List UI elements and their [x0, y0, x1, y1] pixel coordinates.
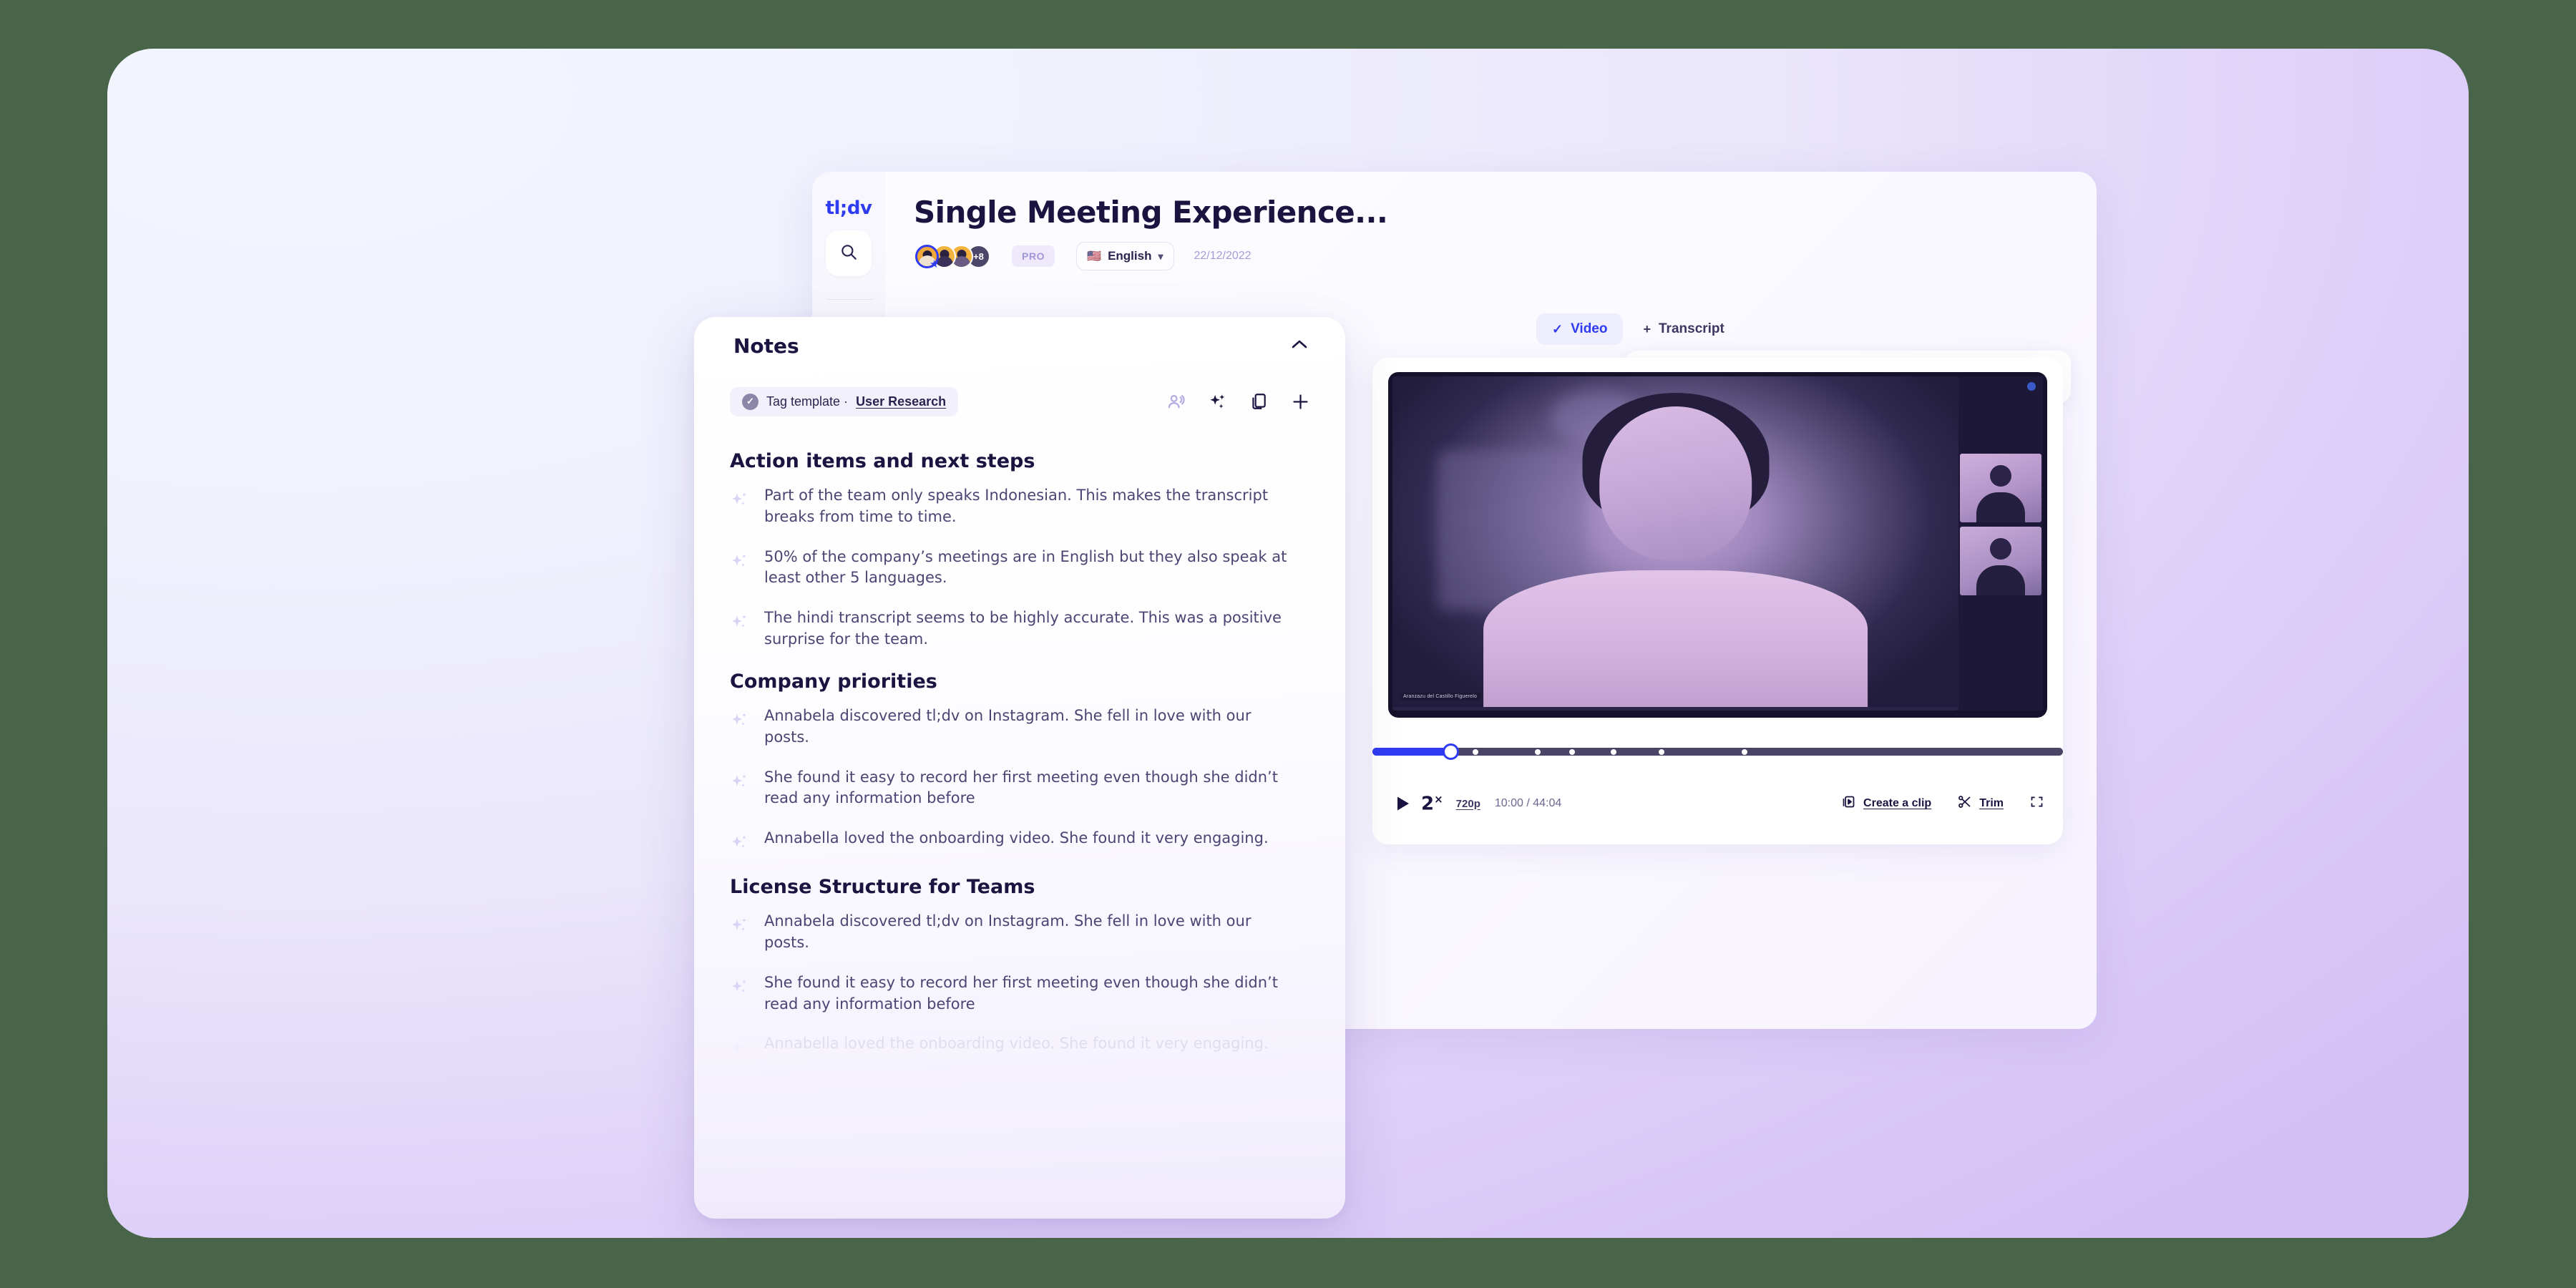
participant-thumbnail — [1960, 454, 2041, 522]
language-label: English — [1108, 249, 1152, 263]
sparkle-icon — [730, 972, 754, 1000]
video-main-speaker-tile: Aranzazu del Castillo Figuerelo — [1392, 376, 1958, 711]
sidebar-search-button[interactable] — [826, 230, 872, 276]
participant-thumbnail — [1960, 527, 2041, 595]
clip-icon — [1841, 794, 1856, 813]
pro-badge: PRO — [1012, 245, 1055, 267]
magic-wand-icon[interactable] — [1206, 391, 1228, 412]
note-item[interactable]: Part of the team only speaks Indonesian.… — [730, 485, 1311, 528]
create-clip-label: Create a clip — [1863, 797, 1932, 809]
plus-icon: + — [1643, 321, 1651, 336]
add-note-icon[interactable] — [1289, 391, 1311, 412]
note-item[interactable]: The hindi transcript seems to be highly … — [730, 608, 1311, 650]
timeline-marker[interactable] — [1610, 749, 1616, 755]
note-item[interactable]: She found it easy to record her first me… — [730, 972, 1311, 1015]
sparkle-icon — [730, 1033, 754, 1061]
participant-avatars[interactable]: ★ +8 — [915, 244, 990, 270]
video-player-card: Aranzazu del Castillo Figuerelo 2× 720p … — [1372, 358, 2063, 844]
sidebar-divider — [826, 299, 874, 300]
timeline-scrubber-handle[interactable] — [1443, 743, 1460, 760]
play-icon[interactable] — [1391, 796, 1415, 811]
tag-template-prefix: Tag template · — [766, 394, 849, 409]
meeting-date: 22/12/2022 — [1194, 250, 1252, 262]
notes-section-title: License Structure for Teams — [730, 876, 1035, 899]
note-item[interactable]: Annabella loved the onboarding video. Sh… — [730, 828, 1311, 856]
note-text: Annabela discovered tl;dv on Instagram. … — [764, 912, 1252, 951]
tag-template-chip[interactable]: ✓ Tag template · User Research — [730, 386, 959, 416]
playback-speed-suffix: × — [1434, 792, 1443, 806]
sparkle-icon — [730, 911, 754, 939]
language-selector[interactable]: 🇺🇸 English ▾ — [1076, 242, 1174, 270]
video-timecode: 10:00 / 44:04 — [1494, 797, 1562, 809]
meeting-app-icon — [2027, 382, 2036, 391]
search-icon — [839, 243, 858, 265]
playback-speed-button[interactable]: 2× — [1421, 793, 1443, 815]
notes-content: Action items and next steps Part of the … — [694, 430, 1345, 1219]
video-quality-button[interactable]: 720p — [1456, 798, 1480, 810]
note-text: The hindi transcript seems to be highly … — [764, 609, 1282, 648]
header: Single Meeting Experience... ★ +8 PRO 🇺🇸… — [885, 172, 2097, 292]
note-text: She found it easy to record her first me… — [764, 973, 1278, 1013]
notes-section-title: Action items and next steps — [730, 450, 1035, 472]
sparkle-icon — [730, 608, 754, 635]
create-clip-button[interactable]: Create a clip — [1841, 794, 1931, 813]
note-text: She found it easy to record her first me… — [764, 768, 1278, 807]
timeline-marker[interactable] — [1472, 749, 1478, 755]
trim-button[interactable]: Trim — [1957, 794, 2004, 813]
trim-label: Trim — [1979, 797, 2004, 809]
notes-section-title: Company priorities — [730, 670, 937, 693]
check-icon: ✓ — [1552, 321, 1563, 336]
meeting-meta-row: ★ +8 PRO 🇺🇸 English ▾ 22/12/2022 — [915, 242, 1252, 270]
chevron-up-icon[interactable] — [1291, 336, 1308, 354]
tab-video[interactable]: ✓ Video — [1536, 313, 1624, 345]
fullscreen-button[interactable] — [2029, 794, 2044, 813]
sparkle-icon — [730, 547, 754, 575]
note-text: Annabela discovered tl;dv on Instagram. … — [764, 706, 1252, 746]
tag-template-row: ✓ Tag template · User Research — [730, 383, 1311, 420]
timeline-marker[interactable] — [1569, 749, 1576, 755]
sparkle-icon — [730, 767, 754, 795]
notes-panel: Notes ✓ Tag template · User Research Act… — [694, 317, 1345, 1219]
app-logo[interactable]: tl;dv — [812, 197, 885, 219]
assign-person-icon[interactable] — [1165, 391, 1186, 412]
chevron-down-icon: ▾ — [1158, 250, 1163, 262]
note-item[interactable]: Annabela discovered tl;dv on Instagram. … — [730, 911, 1311, 954]
tag-template-name[interactable]: User Research — [856, 394, 946, 409]
note-text: 50% of the company’s meetings are in Eng… — [764, 547, 1287, 587]
page-backdrop: tl;dv Single Meeting Experience... ★ +8 … — [107, 49, 2469, 1238]
note-item[interactable]: She found it easy to record her first me… — [730, 767, 1311, 810]
video-frame[interactable]: Aranzazu del Castillo Figuerelo — [1388, 372, 2047, 718]
notes-actions — [1165, 391, 1311, 412]
us-flag-icon: 🇺🇸 — [1087, 250, 1102, 263]
tab-transcript[interactable]: + Transcript — [1627, 313, 1740, 345]
sparkle-icon — [730, 828, 754, 856]
timeline-marker[interactable] — [1534, 749, 1541, 755]
player-controls: 2× 720p 10:00 / 44:04 Create a clip Trim — [1372, 771, 2063, 836]
note-text: Part of the team only speaks Indonesian.… — [764, 487, 1269, 525]
scissors-icon — [1957, 794, 1972, 813]
note-text: Annabella loved the onboarding video. Sh… — [764, 829, 1269, 847]
video-timeline[interactable] — [1372, 741, 2063, 760]
page-title: Single Meeting Experience... — [914, 195, 1388, 230]
video-participant-strip — [1958, 376, 2043, 711]
note-item[interactable]: Annabella loved the onboarding video. Sh… — [730, 1033, 1311, 1061]
timeline-progress — [1372, 748, 1451, 756]
notes-panel-header: Notes — [694, 317, 1345, 373]
tab-video-label: Video — [1571, 321, 1608, 336]
content-tabs: ✓ Video + Transcript — [1536, 313, 1740, 345]
tab-transcript-label: Transcript — [1659, 321, 1724, 336]
note-item[interactable]: 50% of the company’s meetings are in Eng… — [730, 547, 1311, 590]
check-circle-icon: ✓ — [742, 393, 758, 410]
playback-speed-value: 2 — [1421, 793, 1435, 815]
notes-title: Notes — [733, 334, 799, 358]
speaker-name-label: Aranzazu del Castillo Figuerelo — [1400, 693, 1481, 701]
note-text: Annabella loved the onboarding video. Sh… — [764, 1035, 1269, 1053]
note-item[interactable]: Annabela discovered tl;dv on Instagram. … — [730, 706, 1311, 748]
fullscreen-icon — [2029, 794, 2044, 813]
sparkle-icon — [730, 706, 754, 733]
sparkle-icon — [730, 485, 754, 513]
copy-icon[interactable] — [1248, 391, 1269, 412]
host-star-icon: ★ — [930, 258, 940, 270]
